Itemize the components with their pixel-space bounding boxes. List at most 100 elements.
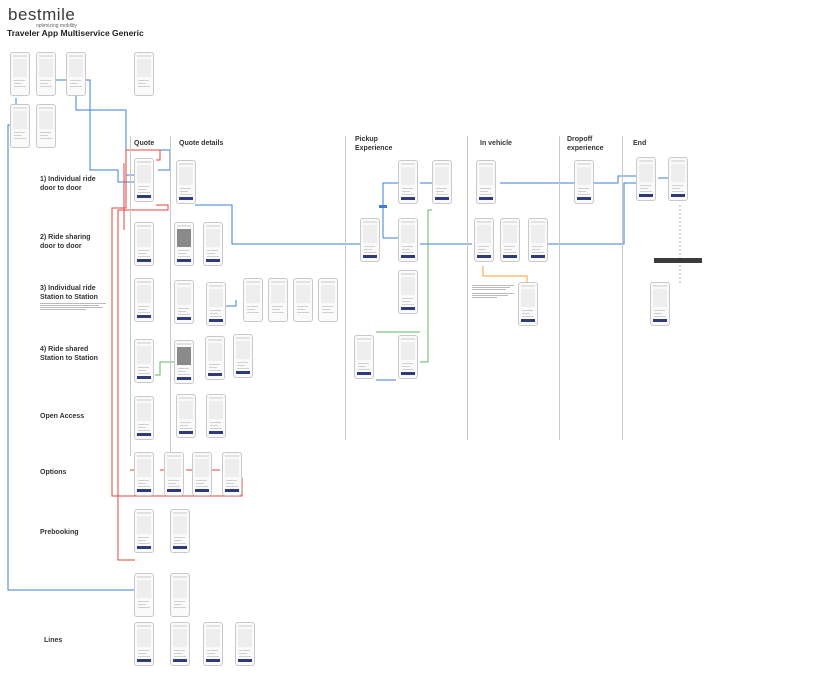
screen-thumbnail[interactable] [203, 222, 223, 266]
screen-thumbnail[interactable] [134, 222, 154, 266]
separator-end [622, 136, 623, 440]
screen-thumbnail[interactable] [66, 52, 86, 96]
text-line [272, 312, 284, 313]
text-line [364, 246, 375, 247]
status-bar [271, 281, 285, 283]
status-bar [321, 281, 335, 283]
screen-thumbnail[interactable] [518, 282, 538, 326]
screen-thumbnail[interactable] [398, 335, 418, 379]
text-line [532, 249, 540, 250]
screen-thumbnail[interactable] [318, 278, 338, 322]
screen-thumbnail[interactable] [134, 452, 154, 496]
status-bar [137, 225, 151, 227]
screen-thumbnail[interactable] [206, 394, 226, 438]
screen-thumbnail[interactable] [164, 452, 184, 496]
screen-thumbnail[interactable] [222, 452, 242, 496]
screen-thumbnail[interactable] [268, 278, 288, 322]
text-line [640, 188, 648, 189]
primary-button [137, 489, 151, 492]
primary-button [179, 431, 193, 434]
text-line [138, 601, 149, 602]
screen-thumbnail[interactable] [398, 218, 418, 262]
screen-thumbnail[interactable] [36, 52, 56, 96]
screen-thumbnail[interactable] [192, 452, 212, 496]
column-quote: Quote [134, 140, 155, 147]
status-bar [401, 273, 415, 275]
screen-thumbnail[interactable] [474, 218, 494, 262]
map-area [179, 167, 193, 185]
screen-thumbnail[interactable] [432, 160, 452, 204]
screen-thumbnail[interactable] [134, 396, 154, 440]
text-line [138, 373, 150, 374]
map-area [179, 401, 193, 419]
screen-thumbnail[interactable] [293, 278, 313, 322]
screen-thumbnail[interactable] [176, 394, 196, 438]
screen-thumbnail[interactable] [170, 622, 190, 666]
row-ride-shared-station: 4) Ride shared Station to Station [40, 346, 98, 362]
status-bar [577, 163, 591, 165]
screen-thumbnail[interactable] [134, 509, 154, 553]
screen-thumbnail[interactable] [134, 622, 154, 666]
screen-thumbnail[interactable] [574, 160, 594, 204]
screen-thumbnail[interactable] [170, 509, 190, 553]
map-area [177, 347, 191, 365]
screen-thumbnail[interactable] [636, 157, 656, 201]
primary-button [401, 197, 415, 200]
text-line [522, 316, 534, 317]
screen-thumbnail[interactable] [170, 573, 190, 617]
text-line [138, 607, 150, 608]
screen-thumbnail[interactable] [398, 270, 418, 314]
screen-thumbnail[interactable] [360, 218, 380, 262]
screen-thumbnail[interactable] [243, 278, 263, 322]
screen-thumbnail[interactable] [650, 282, 670, 326]
text-line [402, 298, 413, 299]
screen-thumbnail[interactable] [174, 222, 194, 266]
screen-thumbnail[interactable] [134, 158, 154, 202]
screen-thumbnail[interactable] [233, 334, 253, 378]
primary-button [401, 372, 415, 375]
screen-thumbnail[interactable] [205, 336, 225, 380]
text-line [672, 191, 684, 192]
status-bar [177, 283, 191, 285]
screen-thumbnail[interactable] [174, 280, 194, 324]
primary-button [479, 197, 493, 200]
text-line [138, 192, 150, 193]
primary-button [177, 317, 191, 320]
screen-thumbnail[interactable] [176, 160, 196, 204]
primary-button [236, 371, 250, 374]
screen-thumbnail[interactable] [134, 573, 154, 617]
map-area [271, 285, 285, 303]
status-bar [137, 455, 151, 457]
text-line [14, 83, 22, 84]
screen-thumbnail[interactable] [174, 340, 194, 384]
screen-thumbnail[interactable] [134, 278, 154, 322]
text-line [504, 249, 512, 250]
text-line [174, 604, 182, 605]
screen-thumbnail[interactable] [500, 218, 520, 262]
screen-thumbnail[interactable] [235, 622, 255, 666]
map-area [401, 167, 415, 185]
text-line [174, 601, 185, 602]
screen-thumbnail[interactable] [668, 157, 688, 201]
text-line [138, 427, 146, 428]
screen-thumbnail[interactable] [203, 622, 223, 666]
screen-thumbnail[interactable] [528, 218, 548, 262]
map-area [173, 516, 187, 534]
text-line [40, 80, 51, 81]
screen-thumbnail[interactable] [10, 52, 30, 96]
screen-thumbnail[interactable] [476, 160, 496, 204]
screen-thumbnail[interactable] [354, 335, 374, 379]
screen-thumbnail[interactable] [134, 339, 154, 383]
status-bar [137, 55, 151, 57]
screen-thumbnail[interactable] [36, 104, 56, 148]
screen-thumbnail[interactable] [206, 282, 226, 326]
map-area [39, 59, 53, 77]
screen-thumbnail[interactable] [134, 52, 154, 96]
screen-thumbnail[interactable] [398, 160, 418, 204]
text-line [322, 312, 334, 313]
separator-pickup [345, 136, 346, 440]
map-area [167, 459, 181, 477]
text-line [402, 191, 410, 192]
screen-thumbnail[interactable] [10, 104, 30, 148]
text-line [210, 425, 218, 426]
